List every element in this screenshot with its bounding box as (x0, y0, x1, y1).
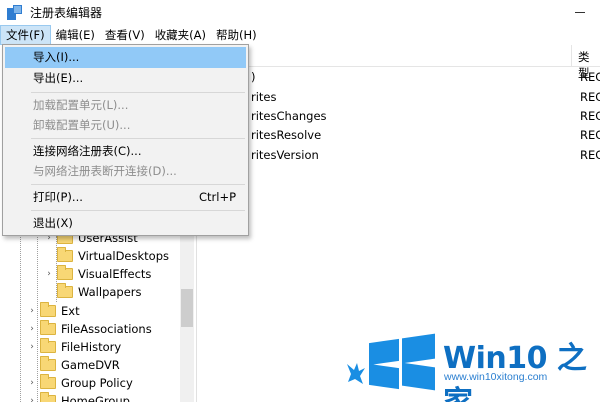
watermark-url: www.win10xitong.com (444, 371, 548, 383)
window-title: 注册表编辑器 (30, 6, 103, 20)
menu-item-print-label: 打印(P)... (33, 190, 83, 204)
menu-bar: 文件(F) 编辑(E) 查看(V) 收藏夹(A) 帮助(H) (0, 24, 600, 45)
menu-item-unload-hive[interactable]: 卸载配置单元(U)... (5, 115, 246, 136)
tree-item-wallpapers[interactable]: Wallpapers (44, 283, 142, 301)
menu-item-connect-network-registry[interactable]: 连接网络注册表(C)... (5, 141, 246, 162)
menu-favorites[interactable]: 收藏夹(A) (150, 25, 211, 45)
watermark-title: Win10 之家 (443, 341, 587, 402)
menu-separator (31, 92, 245, 93)
expand-chevron-icon[interactable]: › (27, 306, 37, 316)
menu-view[interactable]: 查看(V) (100, 25, 150, 45)
tree-item-homegroup[interactable]: › HomeGroup (27, 392, 130, 402)
folder-icon (40, 356, 56, 371)
tree-item-ext[interactable]: › Ext (27, 302, 80, 320)
value-row-name[interactable]: ritesResolve (251, 128, 321, 142)
value-row-type: REG (580, 128, 600, 142)
folder-icon (57, 247, 73, 262)
value-row-type: REG (580, 148, 600, 162)
menu-item-disconnect-network-registry[interactable]: 与网络注册表断开连接(D)... (5, 161, 246, 182)
menu-separator (31, 210, 245, 211)
tree-item-filehistory[interactable]: › FileHistory (27, 338, 121, 356)
menu-edit[interactable]: 编辑(E) (51, 25, 100, 45)
folder-icon (40, 392, 56, 402)
tree-item-label: HomeGroup (61, 394, 130, 402)
folder-icon (40, 320, 56, 335)
tree-item-label: Group Policy (61, 376, 133, 390)
value-row-name[interactable]: ) (251, 70, 256, 84)
tree-item-visualeffects[interactable]: › VisualEffects (44, 265, 151, 283)
folder-icon (40, 374, 56, 389)
tree-scrollbar-thumb[interactable] (181, 289, 193, 327)
watermark-windows-logo-icon (369, 333, 435, 391)
file-dropdown-menu: 导入(I)... 导出(E)... 加载配置单元(L)... 卸载配置单元(U)… (2, 44, 249, 236)
tree-item-group-policy[interactable]: › Group Policy (27, 374, 133, 392)
tree-item-label: Ext (61, 304, 80, 318)
menu-item-exit[interactable]: 退出(X) (5, 213, 246, 234)
tree-item-gamedvr[interactable]: GameDVR (27, 356, 120, 374)
regedit-app-icon (7, 4, 23, 21)
menu-separator (31, 184, 245, 185)
title-bar: 注册表编辑器 (0, 0, 600, 25)
tree-item-label: VirtualDesktops (78, 249, 169, 263)
menu-item-import[interactable]: 导入(I)... (5, 47, 246, 68)
list-header-divider (200, 66, 600, 67)
menu-help[interactable]: 帮助(H) (211, 25, 262, 45)
value-row-type: REG (580, 109, 600, 123)
column-divider[interactable] (571, 45, 572, 67)
expand-chevron-icon[interactable]: › (27, 342, 37, 352)
tree-item-label: GameDVR (61, 358, 120, 372)
tree-item-virtualdesktops[interactable]: VirtualDesktops (44, 247, 169, 265)
menu-item-print-shortcut: Ctrl+P (199, 190, 237, 204)
value-row-type: REG (580, 90, 600, 104)
expand-chevron-icon[interactable]: › (27, 324, 37, 334)
value-row-name[interactable]: ritesVersion (251, 148, 319, 162)
value-row-name[interactable]: ritesChanges (251, 109, 327, 123)
menu-item-export[interactable]: 导出(E)... (5, 68, 246, 89)
menu-item-print[interactable]: 打印(P)... Ctrl+P (5, 187, 246, 208)
minimize-button[interactable] (570, 4, 590, 20)
value-row-type: REG (580, 70, 600, 84)
folder-icon (40, 302, 56, 317)
menu-separator (31, 138, 245, 139)
menu-file[interactable]: 文件(F) (0, 24, 51, 45)
folder-icon (57, 265, 73, 280)
expand-chevron-icon[interactable]: › (44, 269, 54, 279)
menu-item-load-hive[interactable]: 加载配置单元(L)... (5, 95, 246, 116)
folder-icon (57, 283, 73, 298)
value-row-name[interactable]: rites (251, 90, 277, 104)
expand-chevron-icon[interactable]: › (27, 396, 37, 402)
expand-chevron-icon[interactable]: › (27, 378, 37, 388)
folder-icon (40, 338, 56, 353)
tree-item-label: FileHistory (61, 340, 122, 354)
tree-item-fileassociations[interactable]: › FileAssociations (27, 320, 152, 338)
tree-item-label: FileAssociations (61, 322, 152, 336)
tree-item-label: VisualEffects (78, 267, 152, 281)
watermark-bird-icon (347, 363, 365, 384)
tree-item-label: Wallpapers (78, 285, 142, 299)
